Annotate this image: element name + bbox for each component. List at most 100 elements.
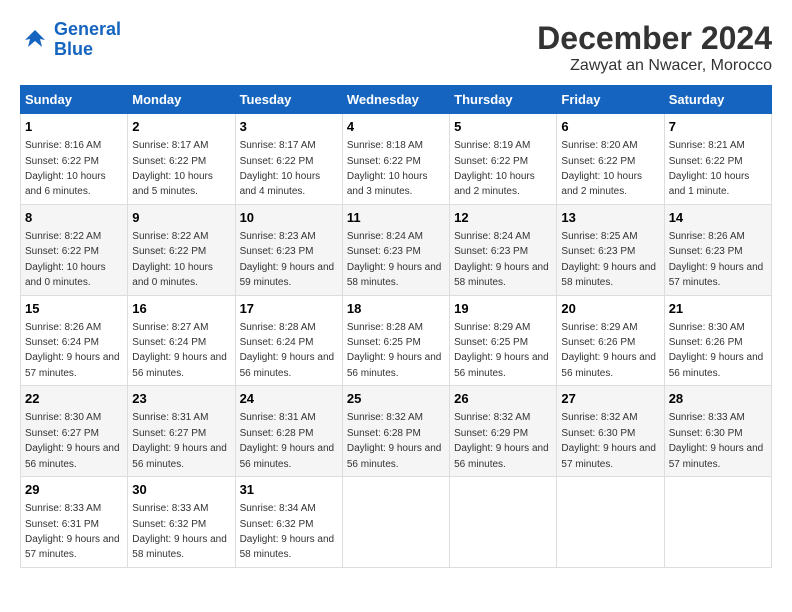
daylight-info: Daylight: 9 hours and 58 minutes. <box>347 262 442 288</box>
day-number: 6 <box>561 118 659 136</box>
calendar-week-row: 29Sunrise: 8:33 AMSunset: 6:31 PMDayligh… <box>21 477 772 568</box>
sunrise-info: Sunrise: 8:33 AM <box>669 412 745 423</box>
day-number: 4 <box>347 118 445 136</box>
sunset-info: Sunset: 6:27 PM <box>132 428 206 439</box>
daylight-info: Daylight: 9 hours and 56 minutes. <box>25 443 120 469</box>
sunrise-info: Sunrise: 8:16 AM <box>25 140 101 151</box>
sunrise-info: Sunrise: 8:32 AM <box>561 412 637 423</box>
sunrise-info: Sunrise: 8:28 AM <box>347 322 423 333</box>
daylight-info: Daylight: 9 hours and 57 minutes. <box>561 443 656 469</box>
day-number: 18 <box>347 300 445 318</box>
sunset-info: Sunset: 6:23 PM <box>669 246 743 257</box>
daylight-info: Daylight: 9 hours and 57 minutes. <box>669 443 764 469</box>
daylight-info: Daylight: 10 hours and 0 minutes. <box>132 262 213 288</box>
title-area: December 2024 Zawyat an Nwacer, Morocco <box>537 20 772 75</box>
sunset-info: Sunset: 6:30 PM <box>669 428 743 439</box>
daylight-info: Daylight: 9 hours and 57 minutes. <box>669 262 764 288</box>
daylight-info: Daylight: 10 hours and 0 minutes. <box>25 262 106 288</box>
daylight-info: Daylight: 9 hours and 58 minutes. <box>240 534 335 560</box>
logo-icon <box>20 25 50 55</box>
calendar-cell: 9Sunrise: 8:22 AMSunset: 6:22 PMDaylight… <box>128 204 235 295</box>
calendar-week-row: 8 Sunrise: 8:22 AM Sunset: 6:22 PM Daylight… <box>21 204 772 295</box>
day-number: 3 <box>240 118 338 136</box>
calendar-week-row: 1 Sunrise: 8:16 AM Sunset: 6:22 PM Daylight… <box>21 114 772 205</box>
calendar-cell: 19Sunrise: 8:29 AMSunset: 6:25 PMDayligh… <box>450 295 557 386</box>
sunset-info: Sunset: 6:22 PM <box>132 156 206 167</box>
calendar-cell: 10Sunrise: 8:23 AMSunset: 6:23 PMDayligh… <box>235 204 342 295</box>
day-number: 1 <box>25 118 123 136</box>
calendar-week-row: 22Sunrise: 8:30 AMSunset: 6:27 PMDayligh… <box>21 386 772 477</box>
day-number: 14 <box>669 209 767 227</box>
daylight-info: Daylight: 10 hours and 3 minutes. <box>347 171 428 197</box>
calendar-cell: 3Sunrise: 8:17 AMSunset: 6:22 PMDaylight… <box>235 114 342 205</box>
calendar-cell <box>342 477 449 568</box>
sunset-info: Sunset: 6:23 PM <box>561 246 635 257</box>
calendar-cell: 17Sunrise: 8:28 AMSunset: 6:24 PMDayligh… <box>235 295 342 386</box>
sunrise-info: Sunrise: 8:28 AM <box>240 322 316 333</box>
calendar-cell: 7Sunrise: 8:21 AMSunset: 6:22 PMDaylight… <box>664 114 771 205</box>
day-number: 16 <box>132 300 230 318</box>
daylight-info: Daylight: 9 hours and 56 minutes. <box>347 443 442 469</box>
sunrise-info: Sunrise: 8:24 AM <box>454 231 530 242</box>
sunset-info: Sunset: 6:29 PM <box>454 428 528 439</box>
sunrise-info: Sunrise: 8:29 AM <box>454 322 530 333</box>
calendar-cell: 6Sunrise: 8:20 AMSunset: 6:22 PMDaylight… <box>557 114 664 205</box>
sunrise-info: Sunrise: 8:30 AM <box>669 322 745 333</box>
calendar-cell: 14 Sunrise: 8:26 AM Sunset: 6:23 PM Dayligh… <box>664 204 771 295</box>
day-number: 17 <box>240 300 338 318</box>
calendar-cell: 29Sunrise: 8:33 AMSunset: 6:31 PMDayligh… <box>21 477 128 568</box>
sunset-info: Sunset: 6:28 PM <box>240 428 314 439</box>
day-number: 27 <box>561 390 659 408</box>
daylight-info: Daylight: 9 hours and 57 minutes. <box>25 352 120 378</box>
header-day: Tuesday <box>235 86 342 114</box>
day-number: 31 <box>240 481 338 499</box>
calendar-cell: 28 Sunrise: 8:33 AM Sunset: 6:30 PM Dayligh… <box>664 386 771 477</box>
calendar-cell: 8 Sunrise: 8:22 AM Sunset: 6:22 PM Daylight… <box>21 204 128 295</box>
sunrise-info: Sunrise: 8:20 AM <box>561 140 637 151</box>
sunrise-info: Sunrise: 8:32 AM <box>454 412 530 423</box>
sunrise-info: Sunrise: 8:34 AM <box>240 503 316 514</box>
header-day: Monday <box>128 86 235 114</box>
sunset-info: Sunset: 6:32 PM <box>132 519 206 530</box>
sunrise-info: Sunrise: 8:32 AM <box>347 412 423 423</box>
daylight-info: Daylight: 9 hours and 58 minutes. <box>132 534 227 560</box>
sunrise-info: Sunrise: 8:22 AM <box>25 231 101 242</box>
calendar-cell: 16Sunrise: 8:27 AMSunset: 6:24 PMDayligh… <box>128 295 235 386</box>
sunrise-info: Sunrise: 8:26 AM <box>669 231 745 242</box>
sunset-info: Sunset: 6:27 PM <box>25 428 99 439</box>
calendar-cell: 5Sunrise: 8:19 AMSunset: 6:22 PMDaylight… <box>450 114 557 205</box>
calendar-cell <box>664 477 771 568</box>
sunset-info: Sunset: 6:23 PM <box>454 246 528 257</box>
day-number: 2 <box>132 118 230 136</box>
daylight-info: Daylight: 9 hours and 56 minutes. <box>347 352 442 378</box>
calendar-cell: 15Sunrise: 8:26 AMSunset: 6:24 PMDayligh… <box>21 295 128 386</box>
day-number: 8 <box>25 209 123 227</box>
day-number: 29 <box>25 481 123 499</box>
calendar-cell: 30Sunrise: 8:33 AMSunset: 6:32 PMDayligh… <box>128 477 235 568</box>
sunrise-info: Sunrise: 8:33 AM <box>132 503 208 514</box>
day-number: 15 <box>25 300 123 318</box>
daylight-info: Daylight: 10 hours and 1 minute. <box>669 171 750 197</box>
calendar-cell <box>557 477 664 568</box>
day-number: 28 <box>669 390 767 408</box>
daylight-info: Daylight: 9 hours and 57 minutes. <box>25 534 120 560</box>
sunrise-info: Sunrise: 8:25 AM <box>561 231 637 242</box>
day-number: 9 <box>132 209 230 227</box>
sunset-info: Sunset: 6:22 PM <box>25 246 99 257</box>
daylight-info: Daylight: 9 hours and 56 minutes. <box>240 352 335 378</box>
header-day: Saturday <box>664 86 771 114</box>
day-number: 22 <box>25 390 123 408</box>
sunset-info: Sunset: 6:32 PM <box>240 519 314 530</box>
calendar-cell: 1Sunrise: 8:16 AMSunset: 6:22 PMDaylight… <box>21 114 128 205</box>
sunrise-info: Sunrise: 8:17 AM <box>132 140 208 151</box>
sunrise-info: Sunrise: 8:23 AM <box>240 231 316 242</box>
sunrise-info: Sunrise: 8:21 AM <box>669 140 745 151</box>
calendar-cell: 25Sunrise: 8:32 AMSunset: 6:28 PMDayligh… <box>342 386 449 477</box>
header: General Blue December 2024 Zawyat an Nwa… <box>20 20 772 75</box>
sunset-info: Sunset: 6:23 PM <box>240 246 314 257</box>
daylight-info: Daylight: 10 hours and 2 minutes. <box>454 171 535 197</box>
day-number: 19 <box>454 300 552 318</box>
calendar-cell: 13Sunrise: 8:25 AMSunset: 6:23 PMDayligh… <box>557 204 664 295</box>
sunset-info: Sunset: 6:28 PM <box>347 428 421 439</box>
sunset-info: Sunset: 6:22 PM <box>561 156 635 167</box>
